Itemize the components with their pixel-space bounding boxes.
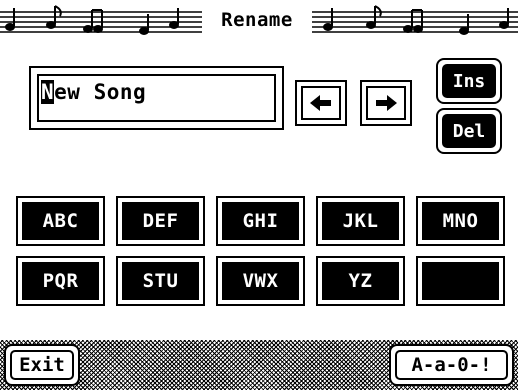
character-mode-button[interactable]: A-a-0-! <box>389 344 514 386</box>
insert-button-label: Ins <box>442 64 496 98</box>
key-ghi[interactable]: GHI <box>216 196 305 246</box>
key-abc[interactable]: ABC <box>16 196 105 246</box>
arrow-left-icon <box>310 95 331 111</box>
delete-button-label: Del <box>442 114 496 148</box>
character-mode-label: A-a-0-! <box>395 350 508 380</box>
key-vwx[interactable]: VWX <box>216 256 305 306</box>
key-def[interactable]: DEF <box>116 196 205 246</box>
key-jkl[interactable]: JKL <box>316 196 405 246</box>
key-label: GHI <box>222 202 299 240</box>
key-label: STU <box>122 262 199 300</box>
cursor-right-button-face <box>366 86 406 120</box>
key-label: MNO <box>422 202 499 240</box>
delete-button[interactable]: Del <box>436 108 502 154</box>
page-title: Rename <box>202 6 312 34</box>
rename-screen: Rename New Song Ins Del ABC DEF GHI JKL … <box>0 0 518 390</box>
key-label: PQR <box>22 262 99 300</box>
key-label <box>422 262 499 300</box>
text-cursor: N <box>41 80 55 104</box>
key-label: ABC <box>22 202 99 240</box>
cursor-left-button[interactable] <box>295 80 347 126</box>
insert-button[interactable]: Ins <box>436 58 502 104</box>
key-pqr[interactable]: PQR <box>16 256 105 306</box>
cursor-left-button-face <box>301 86 341 120</box>
key-label: JKL <box>322 202 399 240</box>
key-mno[interactable]: MNO <box>416 196 505 246</box>
title-bar: Rename <box>0 0 518 40</box>
cursor-right-button[interactable] <box>360 80 412 126</box>
name-text-rest: ew Song <box>54 80 147 104</box>
key-yz[interactable]: YZ <box>316 256 405 306</box>
arrow-right-icon <box>376 95 397 111</box>
name-text: New Song <box>41 80 146 104</box>
key-label: YZ <box>322 262 399 300</box>
key-stu[interactable]: STU <box>116 256 205 306</box>
key-label: VWX <box>222 262 299 300</box>
exit-button-label: Exit <box>10 350 74 380</box>
key-symbol[interactable] <box>416 256 505 306</box>
key-label: DEF <box>122 202 199 240</box>
exit-button[interactable]: Exit <box>4 344 80 386</box>
name-input-field[interactable]: New Song <box>29 66 284 130</box>
